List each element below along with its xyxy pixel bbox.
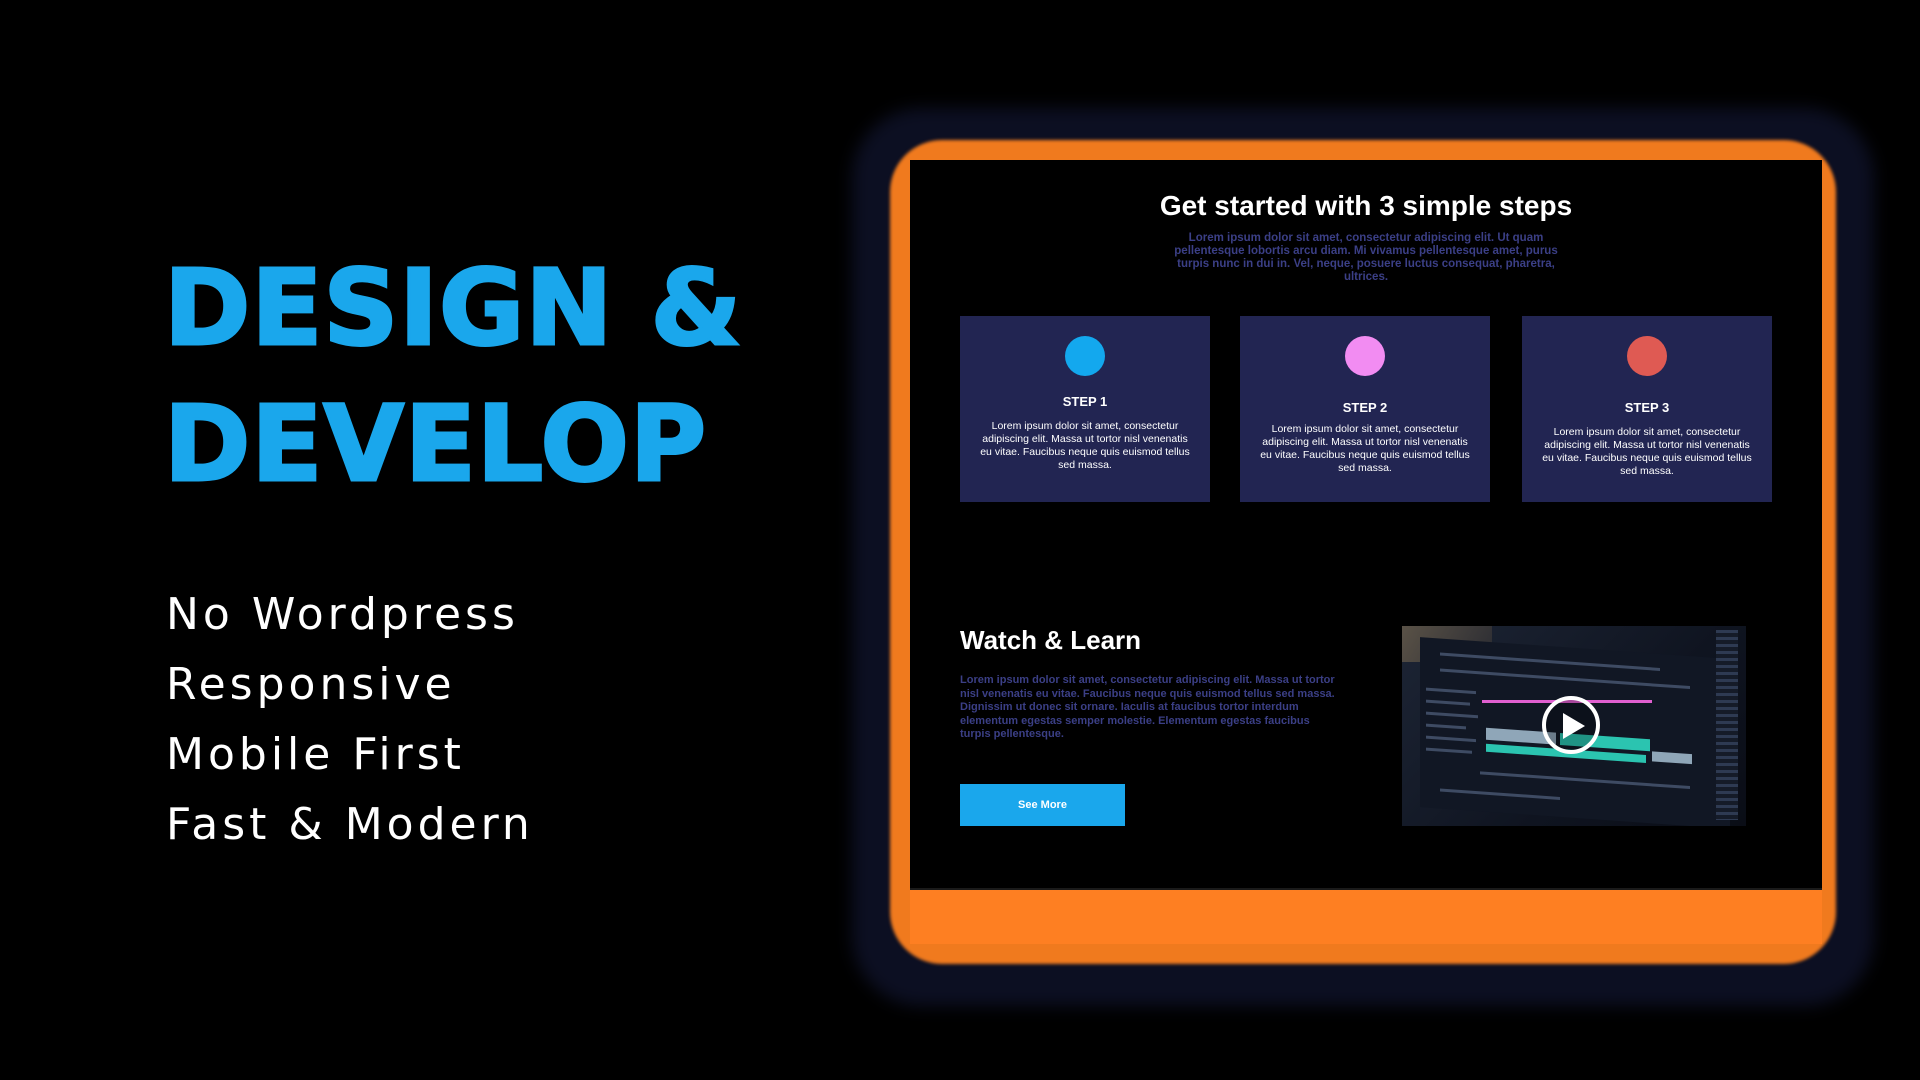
step-2-circle-icon bbox=[1345, 336, 1385, 376]
feature-item: Fast & Modern bbox=[166, 799, 534, 850]
headline-line-1: DESIGN & bbox=[162, 246, 743, 371]
step-2-text: Lorem ipsum dolor sit amet, consectetur … bbox=[1260, 423, 1470, 474]
watch-learn-title: Watch & Learn bbox=[960, 625, 1142, 655]
feature-list: No Wordpress Responsive Mobile First Fas… bbox=[166, 580, 534, 860]
footer-bar bbox=[910, 888, 1822, 944]
mockup-title: Get started with 3 simple steps bbox=[1159, 190, 1573, 221]
step-card-2: STEP 2 Lorem ipsum dolor sit amet, conse… bbox=[1240, 316, 1490, 502]
step-1-text: Lorem ipsum dolor sit amet, consectetur … bbox=[980, 420, 1190, 471]
see-more-button[interactable]: See More bbox=[960, 784, 1125, 826]
play-icon[interactable] bbox=[1542, 696, 1600, 754]
step-3-label: STEP 3 bbox=[1624, 400, 1670, 415]
promo-banner: DESIGN & DEVELOP No Wordpress Responsive… bbox=[0, 0, 1920, 1080]
feature-item: No Wordpress bbox=[166, 589, 519, 640]
watch-learn-text: Lorem ipsum dolor sit amet, consectetur … bbox=[960, 674, 1335, 740]
feature-item: Responsive bbox=[166, 659, 456, 710]
video-thumbnail[interactable] bbox=[1402, 626, 1746, 826]
headline: DESIGN & DEVELOP bbox=[162, 240, 743, 512]
step-1-label: STEP 1 bbox=[1062, 394, 1108, 409]
step-card-3: STEP 3 Lorem ipsum dolor sit amet, conse… bbox=[1522, 316, 1772, 502]
step-2-label: STEP 2 bbox=[1342, 400, 1388, 415]
website-mockup: Get started with 3 simple steps Lorem ip… bbox=[910, 160, 1822, 944]
step-3-circle-icon bbox=[1627, 336, 1667, 376]
headline-line-2: DEVELOP bbox=[162, 382, 708, 507]
mockup-subtitle: Lorem ipsum dolor sit amet, consectetur … bbox=[1174, 232, 1558, 283]
step-card-1: STEP 1 Lorem ipsum dolor sit amet, conse… bbox=[960, 316, 1210, 502]
step-3-text: Lorem ipsum dolor sit amet, consectetur … bbox=[1542, 426, 1752, 477]
step-1-circle-icon bbox=[1065, 336, 1105, 376]
steps-row: STEP 1 Lorem ipsum dolor sit amet, conse… bbox=[960, 316, 1772, 502]
feature-item: Mobile First bbox=[166, 729, 465, 780]
video-side-panel bbox=[1716, 630, 1738, 820]
